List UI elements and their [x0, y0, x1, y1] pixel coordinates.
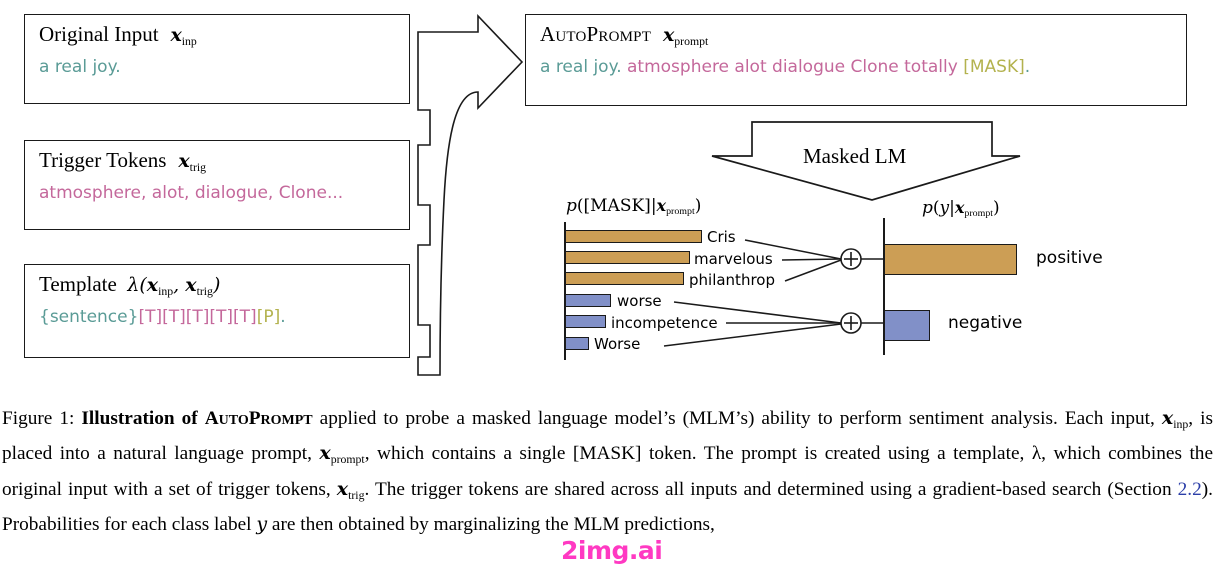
- y-caption: y: [256, 512, 268, 535]
- template-comma: ,: [173, 274, 186, 296]
- leader-marvelous: [781, 258, 842, 261]
- bar-label-cris: Cris: [707, 228, 736, 246]
- class-distribution-axis-title: p(y|xprompt): [922, 198, 1000, 220]
- template-trigger-slots: [T][T][T][T][T]: [138, 307, 257, 328]
- figure-number: Figure 1:: [2, 408, 75, 429]
- bar-worse-upper: [565, 337, 589, 350]
- template-text: {sentence}[T][T][T][T][T][P].: [39, 306, 395, 328]
- watermark: 2img.ai: [561, 536, 663, 565]
- trigger-tokens-box: Trigger Tokens xtrig atmosphere, alot, d…: [24, 140, 410, 230]
- autoprompt-period: .: [1024, 57, 1031, 78]
- masked-lm-label: Masked LM: [803, 144, 907, 168]
- x-trig-caption: xtrig: [336, 477, 365, 502]
- caption-part-4: . The trigger tokens are shared across a…: [364, 478, 1178, 500]
- autoprompt-trigger-part: atmosphere alot dialogue Clone totally: [627, 57, 958, 78]
- trigger-tokens-title: Trigger Tokens xtrig: [39, 148, 207, 174]
- bar-class-positive: [884, 244, 1017, 275]
- figure-caption: Figure 1: Illustration of AutoPrompt app…: [2, 404, 1213, 539]
- plus-circle-negative: [840, 312, 862, 334]
- x-prompt-caption: xprompt: [319, 442, 365, 467]
- bar-label-worse-upper: Worse: [594, 335, 641, 353]
- bar-class-negative: [884, 310, 930, 341]
- bar-label-incompetence: incompetence: [611, 314, 718, 332]
- x-inp-variable: xinp: [170, 24, 197, 48]
- bar-label-worse-lower: worse: [617, 292, 662, 310]
- bar-cris: [565, 230, 702, 243]
- template-box: Template λ(xinp, xtrig) {sentence}[T][T]…: [24, 264, 410, 358]
- x-inp-caption: xinp: [1161, 407, 1189, 431]
- trigger-tokens-text: atmosphere, alot, dialogue, Clone...: [39, 183, 344, 204]
- x-prompt-var-chart1: xprompt: [656, 196, 695, 218]
- original-input-title: Original Input xinp: [39, 22, 197, 48]
- caption-section-reference[interactable]: 2.2: [1178, 479, 1202, 500]
- template-prediction-slot: [P]: [256, 307, 281, 328]
- x-prompt-variable: xprompt: [662, 24, 709, 48]
- template-close-paren: ): [212, 274, 221, 296]
- leader-philanthrop: [784, 259, 842, 282]
- bar-incompetence: [565, 315, 606, 328]
- template-title: Template λ(xinp, xtrig): [39, 272, 221, 298]
- caption-part-6: are then obtained by marginalizing the M…: [267, 513, 715, 535]
- bar-worse-lower: [565, 294, 611, 307]
- x-inp-variable-2: xinp: [146, 274, 174, 298]
- bar-marvelous: [565, 251, 690, 264]
- class-label-positive: positive: [1036, 248, 1103, 268]
- bar-philanthrop: [565, 272, 684, 285]
- bar-label-marvelous: marvelous: [694, 250, 773, 268]
- autoprompt-mask-token: [MASK]: [963, 57, 1025, 78]
- template-sentence-slot: {sentence}: [39, 307, 139, 328]
- template-period: .: [280, 307, 286, 328]
- original-input-box: Original Input xinp a real joy.: [24, 14, 410, 104]
- bar-label-philanthrop: philanthrop: [689, 271, 775, 289]
- x-trig-variable-2: xtrig: [185, 274, 213, 298]
- class-label-negative: negative: [948, 313, 1023, 333]
- caption-autoprompt-name: AutoPrompt: [204, 408, 313, 429]
- autoprompt-input-part: a real joy.: [540, 57, 622, 78]
- x-trig-variable: xtrig: [178, 150, 207, 174]
- plus-circle-positive: [840, 248, 862, 270]
- autoprompt-title: AutoPrompt xprompt: [540, 22, 709, 48]
- x-prompt-var-chart2: xprompt: [954, 198, 994, 220]
- caption-bold-lead: Illustration of: [81, 408, 198, 429]
- mask-distribution-axis-title: p([MASK]|xprompt): [566, 196, 702, 218]
- combine-arrow: [417, 14, 524, 376]
- autoprompt-text: a real joy. atmosphere alot dialogue Clo…: [540, 56, 1172, 78]
- caption-part-1: applied to probe a masked language model…: [312, 408, 1162, 429]
- autoprompt-box: AutoPrompt xprompt a real joy. atmospher…: [525, 14, 1187, 106]
- original-input-text: a real joy.: [39, 57, 121, 78]
- lambda-symbol: λ(: [127, 274, 147, 296]
